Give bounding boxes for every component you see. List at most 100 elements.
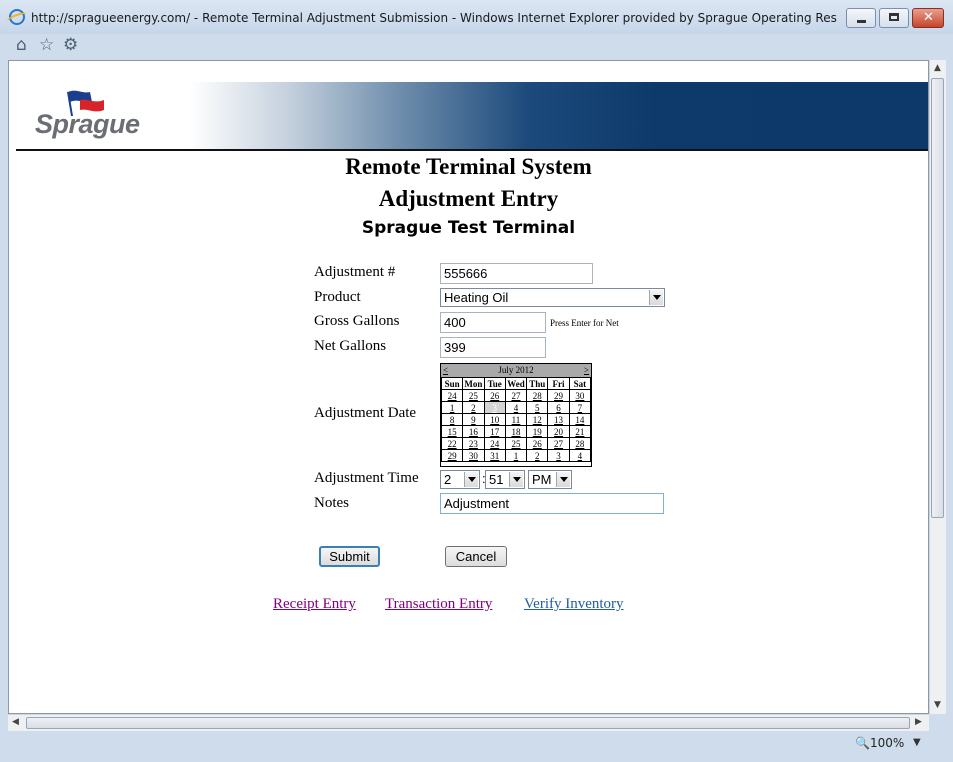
calendar-day-link[interactable]: 24 (490, 439, 499, 449)
calendar-next-month-link[interactable]: > (584, 365, 589, 375)
calendar-day-cell[interactable]: 31 (483, 449, 506, 462)
calendar-day-link[interactable]: 30 (469, 451, 478, 461)
vertical-scrollbar[interactable]: ▲ ▼ (929, 60, 946, 714)
scroll-down-arrow-icon[interactable]: ▼ (934, 700, 941, 710)
scroll-up-arrow-icon[interactable]: ▲ (934, 63, 941, 73)
calendar-day-link[interactable]: 28 (533, 391, 542, 401)
tools-gear-icon[interactable]: ⚙ (63, 35, 78, 55)
calendar-day-link[interactable]: 6 (556, 403, 561, 413)
calendar-day-link[interactable]: 21 (575, 427, 584, 437)
calendar-day-link[interactable]: 29 (554, 391, 563, 401)
calendar-day-link[interactable]: 30 (575, 391, 584, 401)
calendar-day-cell[interactable]: 14 (568, 413, 592, 426)
calendar-day-link[interactable]: 25 (511, 439, 520, 449)
calendar-day-link[interactable]: 27 (554, 439, 563, 449)
calendar-day-link[interactable]: 4 (514, 403, 519, 413)
calendar-day-cell[interactable]: 19 (526, 425, 549, 438)
minimize-button[interactable] (846, 8, 876, 28)
calendar-day-link[interactable]: 25 (469, 391, 478, 401)
calendar-day-link[interactable]: 29 (448, 451, 457, 461)
calendar-day-cell[interactable]: 15 (440, 425, 464, 438)
calendar-day-link[interactable]: 16 (469, 427, 478, 437)
calendar-day-cell[interactable]: 9 (462, 413, 485, 426)
calendar-day-cell[interactable]: 26 (526, 437, 549, 450)
calendar-day-link[interactable]: 4 (578, 451, 583, 461)
calendar-day-link[interactable]: 10 (490, 415, 499, 425)
product-select[interactable]: Heating Oil (440, 288, 665, 307)
calendar-day-link[interactable]: 13 (554, 415, 563, 425)
chevron-down-icon[interactable] (649, 290, 663, 305)
calendar-day-link[interactable]: 28 (575, 439, 584, 449)
minute-select[interactable]: 51 (485, 470, 525, 489)
chevron-down-icon[interactable] (509, 472, 523, 487)
calendar-day-cell[interactable]: 1 (440, 401, 464, 414)
calendar-day-cell[interactable]: 29 (440, 449, 464, 462)
calendar-day-link[interactable]: 3 (556, 451, 561, 461)
calendar-day-cell[interactable]: 2 (526, 449, 549, 462)
calendar-day-cell[interactable]: 29 (547, 389, 570, 402)
calendar-day-cell[interactable]: 27 (504, 389, 528, 402)
gross-gallons-input[interactable]: 400 (440, 312, 546, 333)
calendar-day-cell[interactable]: 11 (504, 413, 528, 426)
calendar-day-link[interactable]: 20 (554, 427, 563, 437)
calendar-day-link[interactable]: 18 (511, 427, 520, 437)
horizontal-scrollbar[interactable]: ◀ ▶ (8, 714, 929, 731)
calendar-day-cell[interactable]: 16 (462, 425, 485, 438)
calendar-day-cell[interactable]: 5 (526, 401, 549, 414)
calendar-day-cell[interactable]: 3 (547, 449, 570, 462)
calendar-day-link[interactable]: 22 (448, 439, 457, 449)
calendar-day-link[interactable]: 27 (511, 391, 520, 401)
calendar-day-link[interactable]: 14 (575, 415, 584, 425)
scroll-right-arrow-icon[interactable]: ▶ (915, 717, 922, 727)
calendar-day-cell[interactable]: 27 (547, 437, 570, 450)
calendar-day-cell[interactable]: 20 (547, 425, 570, 438)
calendar-day-cell[interactable]: 28 (568, 437, 592, 450)
calendar-day-link[interactable]: 26 (490, 391, 499, 401)
vertical-scroll-thumb[interactable] (931, 78, 944, 518)
calendar-day-link[interactable]: 9 (471, 415, 476, 425)
calendar-day-cell[interactable]: 8 (440, 413, 464, 426)
calendar-day-cell[interactable]: 3 (483, 401, 506, 414)
calendar-day-cell[interactable]: 2 (462, 401, 485, 414)
close-button[interactable] (912, 8, 944, 28)
horizontal-scroll-thumb[interactable] (26, 717, 910, 729)
favorites-star-icon[interactable]: ☆ (39, 35, 54, 55)
ampm-select[interactable]: PM (528, 470, 572, 489)
calendar-day-link[interactable]: 23 (469, 439, 478, 449)
calendar-day-link[interactable]: 5 (535, 403, 540, 413)
calendar-day-cell[interactable]: 1 (504, 449, 528, 462)
calendar-day-cell[interactable]: 6 (547, 401, 570, 414)
maximize-button[interactable] (879, 8, 909, 28)
calendar-day-cell[interactable]: 30 (462, 449, 485, 462)
calendar-day-cell[interactable]: 22 (440, 437, 464, 450)
calendar-day-cell[interactable]: 10 (483, 413, 506, 426)
calendar-day-cell[interactable]: 23 (462, 437, 485, 450)
calendar-day-link[interactable]: 19 (533, 427, 542, 437)
chevron-down-icon[interactable] (556, 472, 570, 487)
calendar-day-cell[interactable]: 4 (568, 449, 592, 462)
calendar-day-cell[interactable]: 24 (440, 389, 464, 402)
net-gallons-input[interactable]: 399 (440, 337, 546, 358)
calendar-day-cell[interactable]: 13 (547, 413, 570, 426)
calendar-day-link[interactable]: 2 (471, 403, 476, 413)
hour-select[interactable]: 2 (440, 470, 480, 489)
adjustment-number-input[interactable]: 555666 (440, 263, 593, 284)
notes-input[interactable]: Adjustment (440, 493, 664, 514)
calendar-day-cell[interactable]: 25 (504, 437, 528, 450)
calendar-day-link[interactable]: 1 (514, 451, 519, 461)
calendar-day-link[interactable]: 24 (448, 391, 457, 401)
transaction-entry-link[interactable]: Transaction Entry (385, 596, 492, 613)
calendar-day-link[interactable]: 15 (448, 427, 457, 437)
home-icon[interactable]: ⌂ (16, 35, 27, 55)
cancel-button[interactable]: Cancel (445, 546, 507, 567)
calendar-day-cell[interactable]: 25 (462, 389, 485, 402)
calendar-day-cell[interactable]: 26 (483, 389, 506, 402)
chevron-down-icon[interactable] (464, 472, 478, 487)
receipt-entry-link[interactable]: Receipt Entry (273, 596, 356, 613)
calendar-day-cell[interactable]: 30 (568, 389, 592, 402)
verify-inventory-link[interactable]: Verify Inventory (524, 596, 624, 613)
calendar-day-link[interactable]: 26 (533, 439, 542, 449)
calendar-day-cell[interactable]: 12 (526, 413, 549, 426)
calendar-day-link[interactable]: 1 (450, 403, 455, 413)
scroll-left-arrow-icon[interactable]: ◀ (12, 717, 19, 727)
